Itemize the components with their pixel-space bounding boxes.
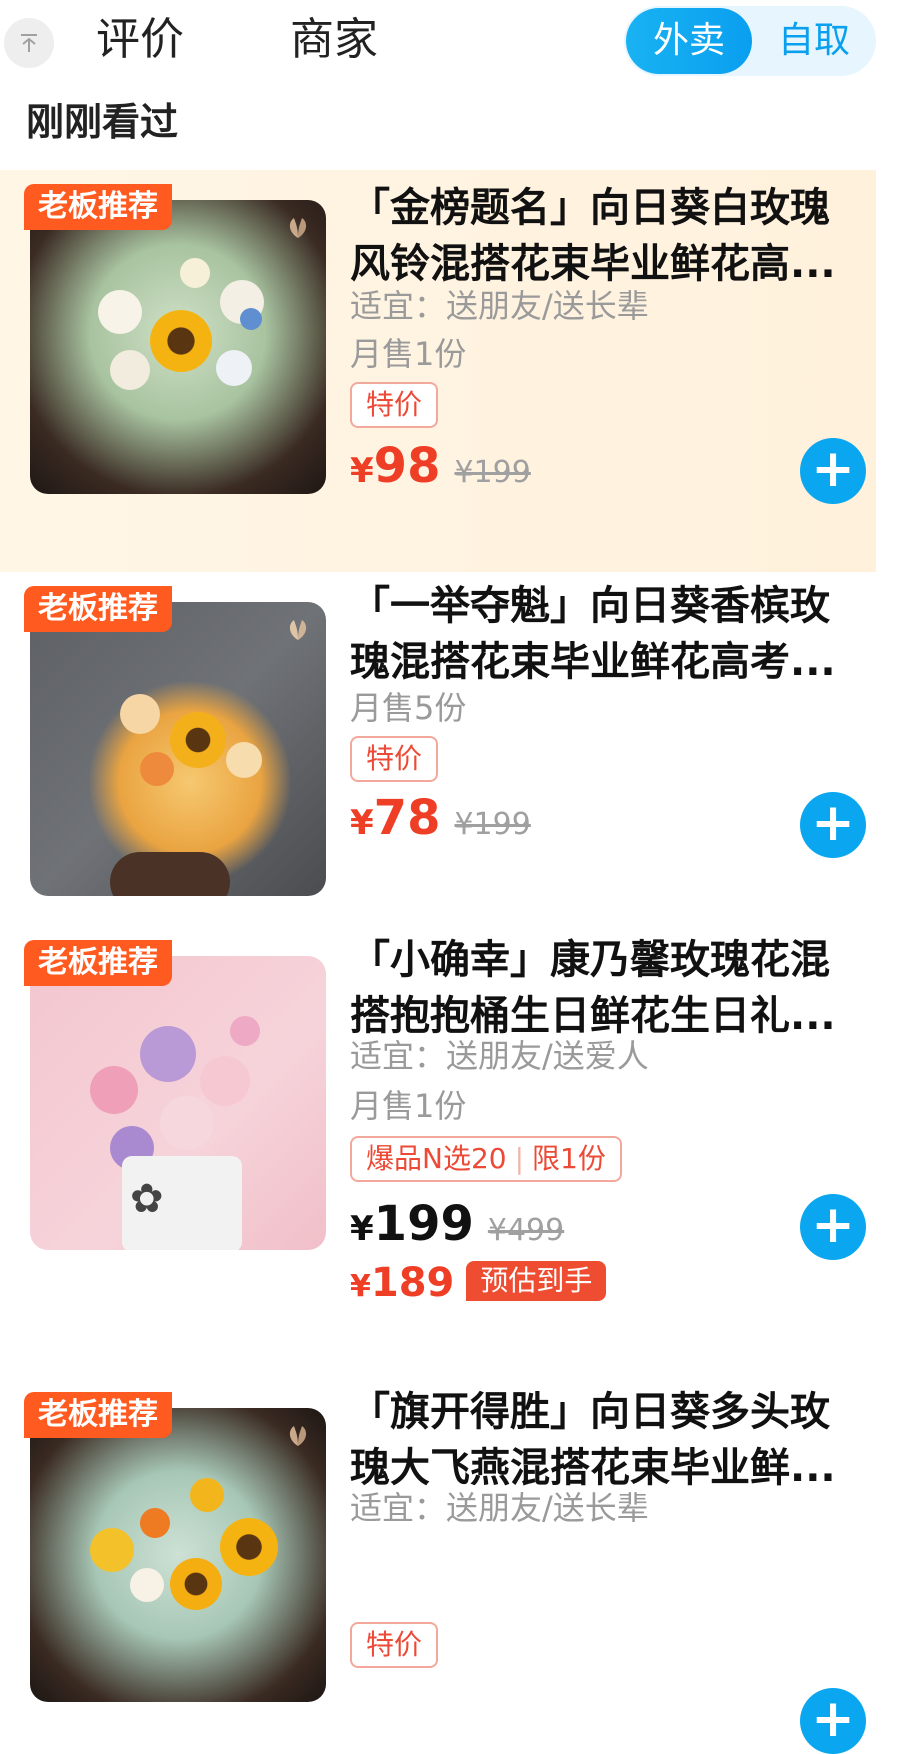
- suitable-for: 适宜：送朋友/送爱人: [350, 1037, 649, 1075]
- original-price: ¥199: [454, 807, 531, 842]
- promo-tag-limit: 限1份: [532, 1142, 606, 1175]
- suitable-for: 适宜：送朋友/送长辈: [350, 1489, 649, 1527]
- boss-recommend-badge: 老板推荐: [24, 1392, 172, 1438]
- product-title[interactable]: 「小确幸」康乃馨玫瑰花混 搭抱抱桶生日鲜花生日礼...: [350, 932, 870, 1044]
- special-price-tag: 特价: [350, 1622, 439, 1668]
- promo-tag-label: 爆品N选20: [366, 1142, 507, 1175]
- product-image[interactable]: ✿: [30, 956, 326, 1250]
- estimated-price-badge: 预估到手: [466, 1261, 607, 1301]
- special-price-tag: 特价: [350, 736, 439, 782]
- top-bar: 评价 商家 外卖 自取: [0, 0, 913, 90]
- brand-logo-icon: [289, 1426, 307, 1446]
- tab-reviews[interactable]: 评价: [96, 8, 184, 72]
- current-price: 199: [373, 1196, 474, 1252]
- original-price: ¥199: [454, 455, 531, 490]
- price-currency: ¥: [350, 1209, 374, 1249]
- promo-tag: 爆品N选20 | 限1份: [350, 1136, 622, 1182]
- tag-separator: |: [514, 1142, 525, 1175]
- monthly-sales: 月售1份: [350, 1087, 467, 1125]
- add-to-cart-button[interactable]: +: [800, 1688, 866, 1754]
- mode-delivery-button[interactable]: 外卖: [626, 8, 752, 74]
- vase-logo-icon: ✿: [130, 1176, 166, 1222]
- product-title-line1: 「金榜题名」向日葵白玫瑰: [350, 185, 830, 231]
- product-title[interactable]: 「一举夺魁」向日葵香槟玫 瑰混搭花束毕业鲜花高考...: [350, 578, 870, 690]
- plus-icon: +: [811, 1689, 855, 1749]
- price-currency: ¥: [350, 803, 374, 843]
- special-price-tag: 特价: [350, 382, 439, 428]
- plus-icon: +: [811, 1195, 855, 1255]
- monthly-sales: 月售5份: [350, 689, 467, 727]
- product-title-line1: 「小确幸」康乃馨玫瑰花混: [350, 937, 830, 983]
- scroll-to-top-icon[interactable]: [4, 18, 54, 68]
- current-price: 78: [373, 790, 441, 846]
- product-title-line1: 「旗开得胜」向日葵多头玫: [350, 1389, 830, 1435]
- suitable-for: 适宜：送朋友/送长辈: [350, 287, 649, 325]
- product-item[interactable]: 老板推荐 「旗开得胜」向日葵多头玫 瑰大飞燕混搭花束毕业鲜... 适宜：送朋友/…: [0, 1378, 913, 1754]
- mode-pickup-button[interactable]: 自取: [754, 8, 874, 74]
- product-image[interactable]: [30, 200, 326, 494]
- product-title-line2: 瑰混搭花束毕业鲜花高考...: [350, 639, 836, 685]
- estimated-price: 189: [370, 1260, 455, 1306]
- product-image[interactable]: [30, 602, 326, 896]
- price-row: ¥78 ¥199: [350, 790, 531, 846]
- product-title[interactable]: 「金榜题名」向日葵白玫瑰 风铃混搭花束毕业鲜花高...: [350, 180, 870, 292]
- product-item[interactable]: ✿ 老板推荐 「小确幸」康乃馨玫瑰花混 搭抱抱桶生日鲜花生日礼... 适宜：送朋…: [0, 926, 913, 1376]
- section-title: 刚刚看过: [26, 100, 179, 144]
- current-price: 98: [373, 438, 441, 494]
- brand-logo-icon: [289, 620, 307, 640]
- add-to-cart-button[interactable]: +: [800, 792, 866, 858]
- plus-icon: +: [811, 793, 855, 853]
- delivery-mode-toggle: 外卖 自取: [624, 6, 876, 76]
- product-image[interactable]: [30, 1408, 326, 1702]
- boss-recommend-badge: 老板推荐: [24, 940, 172, 986]
- est-price-currency: ¥: [350, 1269, 371, 1304]
- add-to-cart-button[interactable]: +: [800, 1194, 866, 1260]
- boss-recommend-badge: 老板推荐: [24, 184, 172, 230]
- brand-logo-icon: [289, 218, 307, 238]
- monthly-sales: 月售1份: [350, 335, 467, 373]
- product-item[interactable]: 老板推荐 「一举夺魁」向日葵香槟玫 瑰混搭花束毕业鲜花高考... 月售5份 特价…: [0, 572, 913, 924]
- price-row: ¥98 ¥199: [350, 438, 531, 494]
- boss-recommend-badge: 老板推荐: [24, 586, 172, 632]
- plus-icon: +: [811, 439, 855, 499]
- add-to-cart-button[interactable]: +: [800, 438, 866, 504]
- product-title[interactable]: 「旗开得胜」向日葵多头玫 瑰大飞燕混搭花束毕业鲜...: [350, 1384, 870, 1496]
- price-currency: ¥: [350, 451, 374, 491]
- tab-merchant[interactable]: 商家: [290, 8, 378, 72]
- product-item[interactable]: 老板推荐 「金榜题名」向日葵白玫瑰 风铃混搭花束毕业鲜花高... 适宜：送朋友/…: [0, 170, 876, 572]
- original-price: ¥499: [487, 1213, 565, 1248]
- estimated-price-row: ¥189 预估到手: [350, 1260, 607, 1306]
- product-title-line1: 「一举夺魁」向日葵香槟玫: [350, 583, 830, 629]
- price-row: ¥199 ¥499: [350, 1196, 564, 1252]
